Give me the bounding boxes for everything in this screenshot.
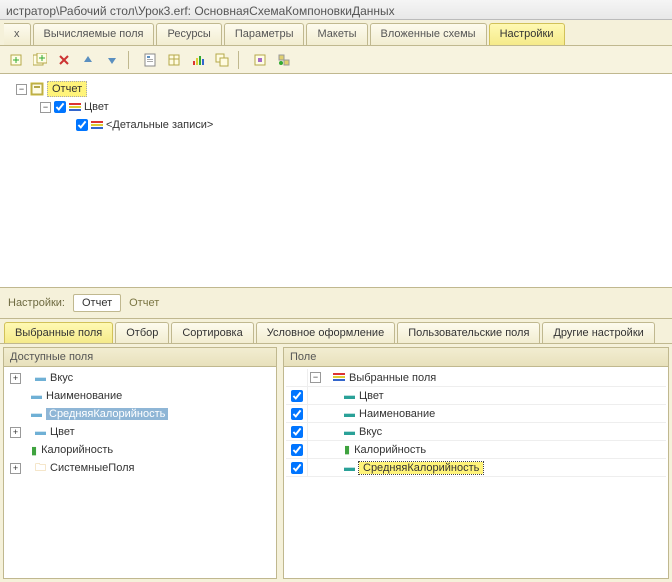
list-item[interactable]: Калорийность (41, 444, 113, 456)
group-icon (69, 103, 81, 112)
list-item[interactable]: Наименование (359, 408, 435, 420)
tool-report-icon[interactable] (140, 50, 160, 70)
settings-scope-link[interactable]: Отчет (129, 297, 159, 309)
tab-nested-schemas[interactable]: Вложенные схемы (370, 23, 487, 45)
tool-delete-icon[interactable] (54, 50, 74, 70)
list-item[interactable]: Наименование (46, 390, 122, 402)
tool-add-icon[interactable] (6, 50, 26, 70)
selected-root[interactable]: Выбранные поля (349, 372, 436, 384)
list-item[interactable]: Цвет (50, 426, 75, 438)
available-fields-list[interactable]: +▬Вкус ▬Наименование ▬СредняяКалорийност… (4, 367, 276, 578)
list-item[interactable]: СистемныеПоля (50, 462, 134, 474)
main-tab-row: х Вычисляемые поля Ресурсы Параметры Мак… (0, 20, 672, 46)
list-item-selected[interactable]: СредняяКалорийность (46, 408, 168, 420)
list-item[interactable]: Калорийность (354, 444, 426, 456)
settings-scope-report-tab[interactable]: Отчет (73, 294, 121, 312)
tree-checkbox[interactable] (54, 101, 66, 113)
field-checkbox[interactable] (291, 408, 303, 420)
toolbar-separator (128, 51, 134, 69)
tree-node-detail-records[interactable]: <Детальные записи> (106, 119, 213, 131)
resource-icon: ▮ (31, 444, 37, 457)
selected-fields-panel: Поле − Выбранные поля ▬ Цвет ▬ Наименование… (283, 347, 669, 579)
subtab-user-fields[interactable]: Пользовательские поля (397, 322, 540, 343)
field-icon: ▬ (31, 408, 42, 420)
expander-minus-icon[interactable]: − (40, 102, 51, 113)
fields-split: Доступные поля +▬Вкус ▬Наименование ▬Сре… (0, 344, 672, 582)
list-item[interactable]: Цвет (359, 390, 384, 402)
tree-node-color[interactable]: Цвет (84, 101, 109, 113)
tab-layouts[interactable]: Макеты (306, 23, 367, 45)
structure-tree: − Отчет − Цвет <Детальные записи> (0, 74, 672, 288)
settings-bar: Настройки: Отчет Отчет (0, 288, 672, 319)
report-icon (30, 82, 44, 96)
field-icon: ▬ (35, 372, 46, 384)
tab-settings[interactable]: Настройки (489, 23, 565, 45)
tool-down-icon[interactable] (102, 50, 122, 70)
tree-checkbox[interactable] (76, 119, 88, 131)
subtab-sort[interactable]: Сортировка (171, 322, 253, 343)
tab-resources[interactable]: Ресурсы (156, 23, 221, 45)
tool-add2-icon[interactable] (30, 50, 50, 70)
toolbar-separator (238, 51, 244, 69)
list-item[interactable]: Вкус (50, 372, 73, 384)
field-checkbox[interactable] (291, 390, 303, 402)
field-icon: ▬ (35, 426, 46, 438)
expander-plus-icon[interactable]: + (10, 373, 21, 384)
field-icon: ▬ (31, 390, 42, 402)
tool-table-icon[interactable] (164, 50, 184, 70)
selected-fields-list[interactable]: − Выбранные поля ▬ Цвет ▬ Наименование ▬ Вку… (284, 367, 668, 578)
window-title: истратор\Рабочий стол\Урок3.erf: Основна… (0, 0, 672, 20)
resource-icon: ▮ (344, 443, 350, 456)
group-icon (333, 373, 345, 382)
tab-calculated-fields[interactable]: Вычисляемые поля (33, 23, 155, 45)
tool-settings-icon[interactable] (274, 50, 294, 70)
expander-minus-icon[interactable]: − (310, 372, 321, 383)
list-item[interactable]: Вкус (359, 426, 382, 438)
field-checkbox[interactable] (291, 444, 303, 456)
expander-plus-icon[interactable]: + (10, 463, 21, 474)
field-icon: ▬ (344, 462, 355, 474)
toolbar (0, 46, 672, 74)
tool-up-icon[interactable] (78, 50, 98, 70)
tool-nested-icon[interactable] (212, 50, 232, 70)
settings-label: Настройки: (8, 297, 65, 309)
folder-icon: 🗀 (35, 459, 46, 478)
list-item-highlighted[interactable]: СредняяКалорийность (359, 462, 483, 474)
subtab-conditional-format[interactable]: Условное оформление (256, 322, 395, 343)
tool-wizard-icon[interactable] (250, 50, 270, 70)
tree-root-report[interactable]: Отчет (47, 81, 87, 97)
tab-parameters[interactable]: Параметры (224, 23, 305, 45)
available-fields-header: Доступные поля (4, 348, 276, 367)
sub-tab-row: Выбранные поля Отбор Сортировка Условное… (0, 319, 672, 344)
group-icon (91, 121, 103, 130)
field-icon: ▬ (344, 408, 355, 420)
field-icon: ▬ (344, 390, 355, 402)
subtab-other-settings[interactable]: Другие настройки (542, 322, 654, 343)
tab-cut[interactable]: х (4, 23, 31, 45)
selected-fields-header: Поле (284, 348, 668, 367)
subtab-selected-fields[interactable]: Выбранные поля (4, 322, 113, 343)
expander-plus-icon[interactable]: + (10, 427, 21, 438)
tool-chart-icon[interactable] (188, 50, 208, 70)
field-icon: ▬ (344, 426, 355, 438)
field-checkbox[interactable] (291, 426, 303, 438)
available-fields-panel: Доступные поля +▬Вкус ▬Наименование ▬Сре… (3, 347, 277, 579)
field-checkbox[interactable] (291, 462, 303, 474)
expander-minus-icon[interactable]: − (16, 84, 27, 95)
subtab-filter[interactable]: Отбор (115, 322, 169, 343)
